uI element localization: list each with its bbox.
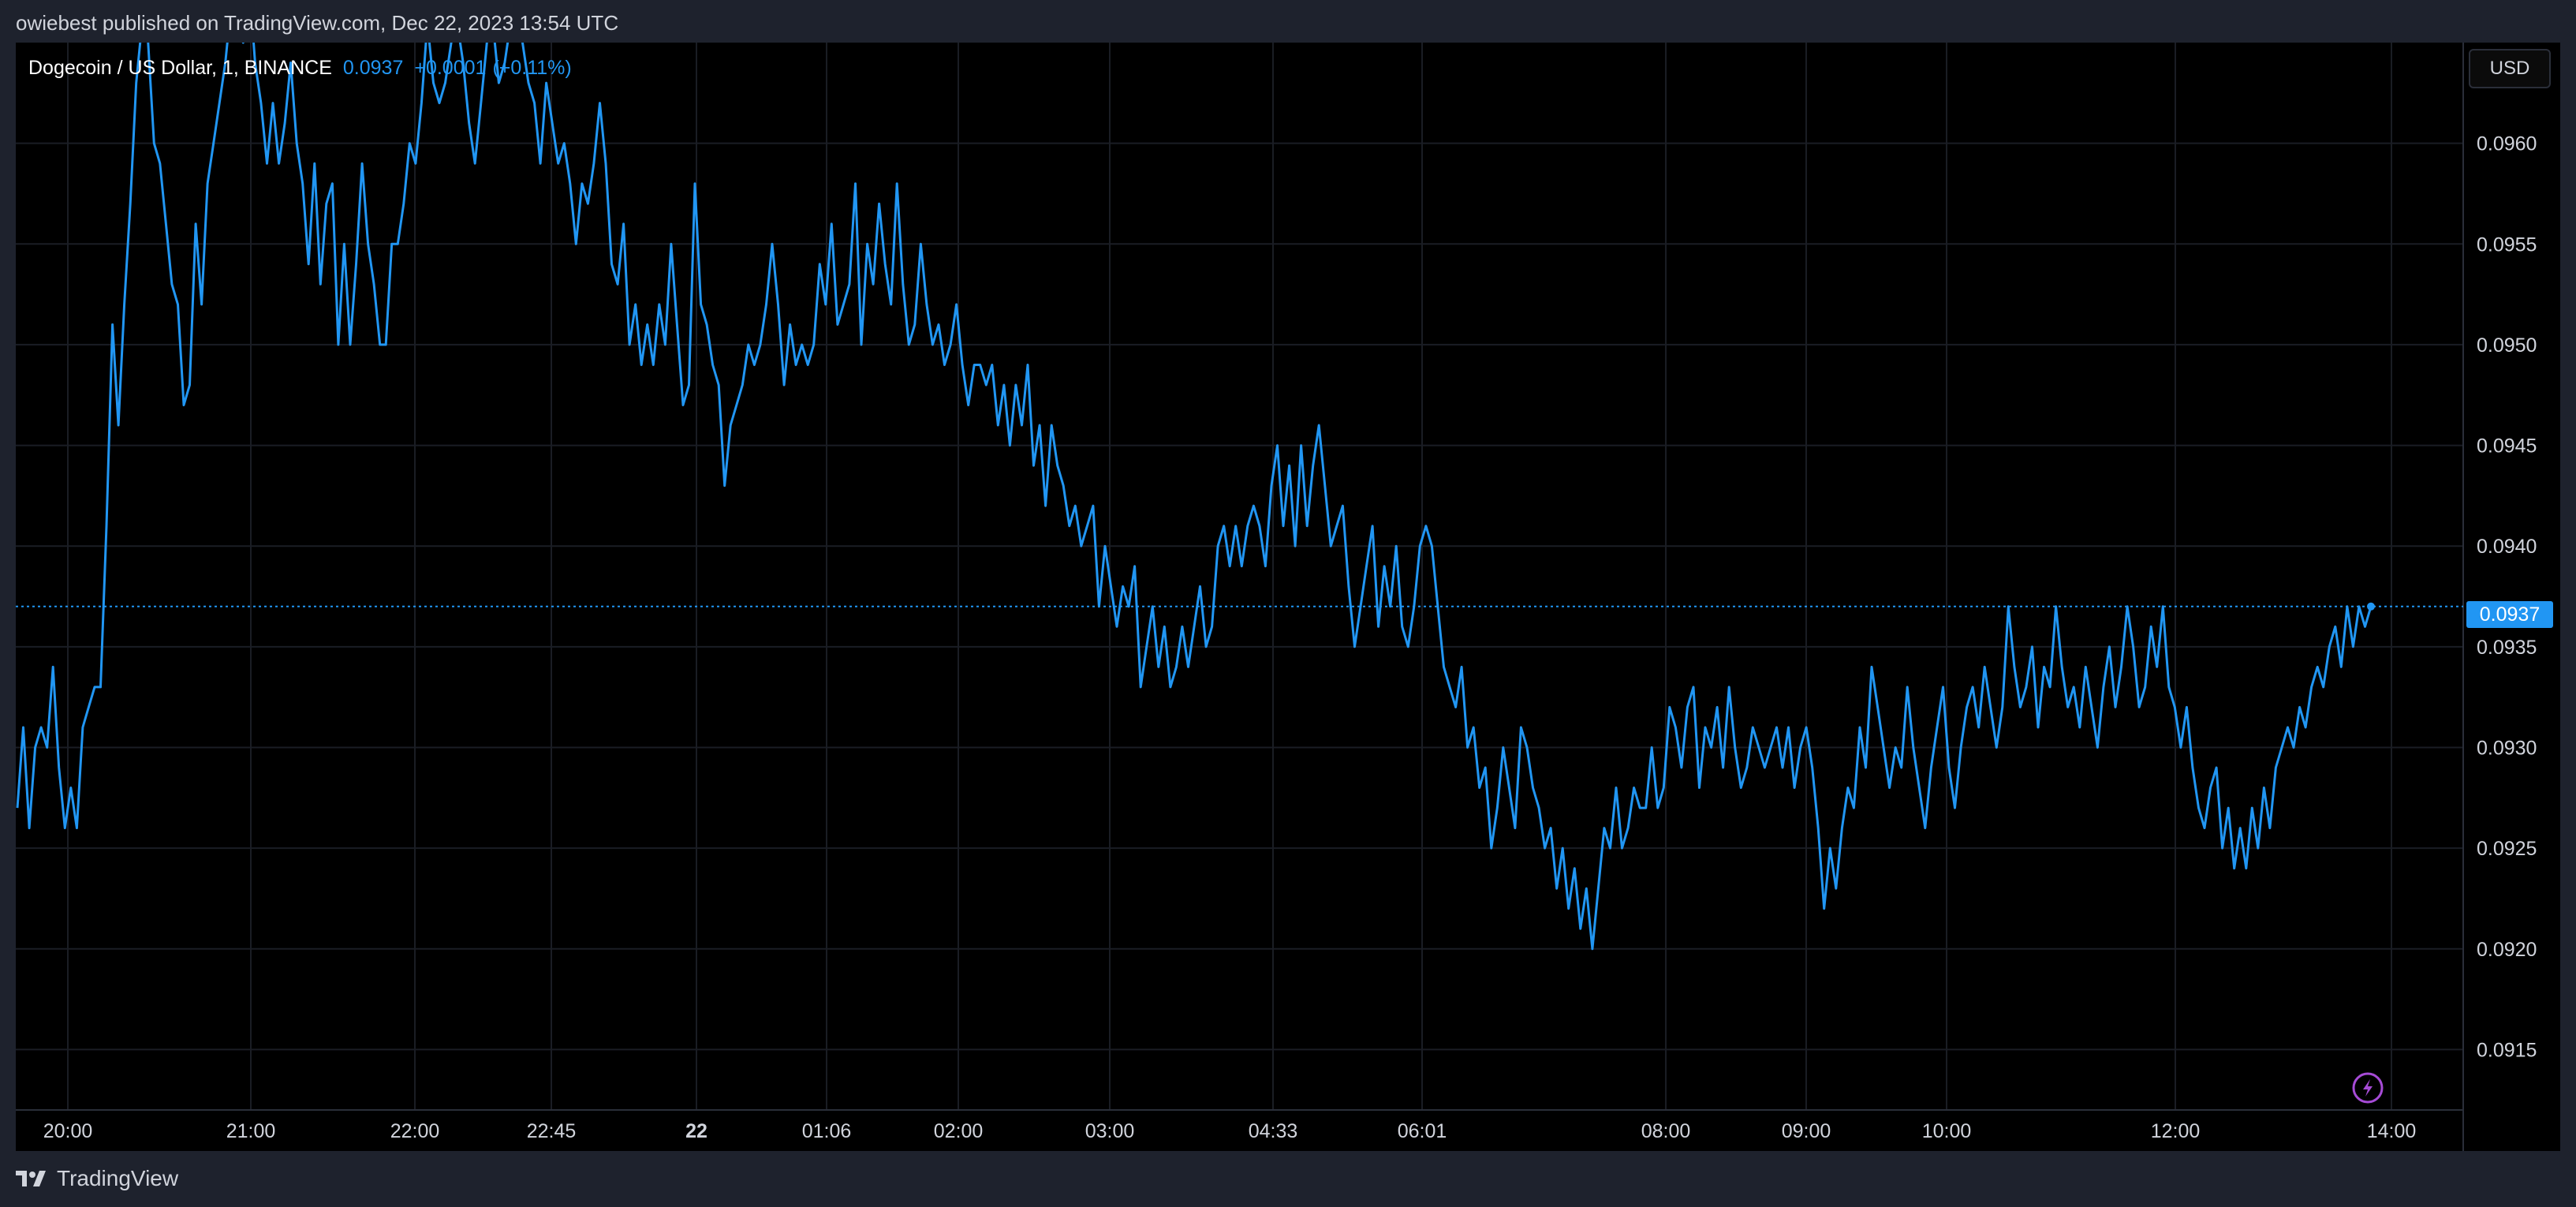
y-tick-label: 0.0940	[2477, 536, 2537, 558]
x-tick-label: 14:00	[2367, 1120, 2417, 1142]
last-price-badge: 0.0937	[2466, 601, 2553, 628]
x-tick-label: 22:00	[390, 1120, 440, 1142]
symbol-info-bar[interactable]: Dogecoin / US Dollar, 1, BINANCE 0.0937 +0…	[28, 57, 572, 80]
symbol-change: +0.0001	[414, 57, 487, 79]
x-tick-label: 01:06	[802, 1120, 852, 1142]
series-layer	[16, 43, 2375, 951]
chart-panel[interactable]: 0.0960 0.0955 0.0950 0.0945 0.0940 0.0935 0.09…	[16, 43, 2560, 1151]
y-tick-label: 0.0935	[2477, 637, 2537, 659]
x-tick-label: 20:00	[43, 1120, 93, 1142]
y-tick-label: 0.0915	[2477, 1039, 2537, 1061]
y-tick-label: 0.0950	[2477, 334, 2537, 357]
time-axis[interactable]: 20:00 21:00 22:00 22:45 22 01:06 02:00 03:00 04:…	[43, 1120, 2417, 1142]
x-tick-label: 10:00	[1922, 1120, 1972, 1142]
price-chart[interactable]: 0.0960 0.0955 0.0950 0.0945 0.0940 0.0935 0.09…	[16, 43, 2560, 1151]
x-tick-label: 03:00	[1085, 1120, 1135, 1142]
published-caption: owiebest published on TradingView.com, D…	[16, 11, 619, 35]
footer-brand[interactable]: TradingView	[16, 1166, 178, 1191]
y-tick-label: 0.0945	[2477, 435, 2537, 458]
y-tick-label: 0.0920	[2477, 939, 2537, 961]
lightning-bolt-icon[interactable]	[2352, 1072, 2384, 1104]
price-axis[interactable]: 0.0960 0.0955 0.0950 0.0945 0.0940 0.0935 0.09…	[2477, 133, 2537, 1062]
y-tick-label: 0.0955	[2477, 234, 2537, 256]
x-tick-label: 04:33	[1249, 1120, 1298, 1142]
x-tick-label: 02:00	[934, 1120, 984, 1142]
x-tick-label: 06:01	[1398, 1120, 1447, 1142]
y-tick-label: 0.0930	[2477, 737, 2537, 759]
x-tick-label: 22:45	[527, 1120, 577, 1142]
x-tick-label: 21:00	[226, 1120, 276, 1142]
symbol-change-percent: (+0.11%)	[492, 57, 572, 79]
y-tick-label: 0.0960	[2477, 133, 2537, 155]
x-tick-label: 08:00	[1641, 1120, 1691, 1142]
y-tick-label: 0.0925	[2477, 838, 2537, 860]
grid-lines	[16, 43, 2463, 1110]
x-tick-label: 12:00	[2151, 1120, 2201, 1142]
symbol-title[interactable]: Dogecoin / US Dollar, 1, BINANCE	[28, 57, 332, 79]
price-line-series	[16, 43, 2373, 951]
tradingview-logo-icon	[16, 1171, 46, 1186]
x-tick-label: 22	[685, 1120, 707, 1142]
symbol-price: 0.0937	[342, 57, 404, 79]
currency-button[interactable]: USD	[2469, 49, 2551, 88]
x-tick-label: 09:00	[1782, 1120, 1831, 1142]
footer-brand-label: TradingView	[57, 1166, 179, 1190]
